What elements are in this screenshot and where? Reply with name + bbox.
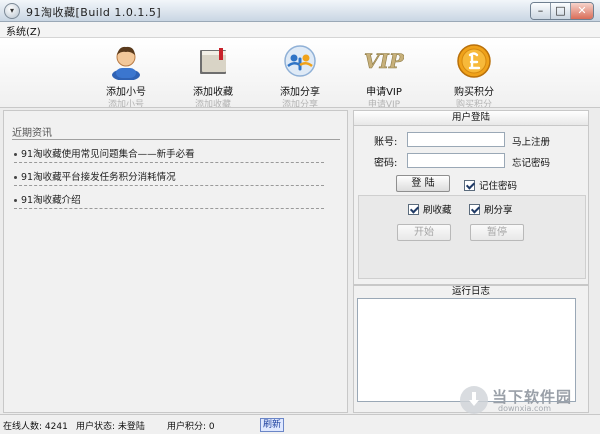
watermark-url: downxia.com — [498, 404, 552, 413]
status-bar: 在线人数: 4241 用户状态: 未登陆 用户积分: 0 刷新 — [0, 414, 600, 434]
checkbox-checked-icon — [464, 179, 475, 191]
refresh-collect-label: 刷收藏 — [423, 205, 452, 216]
refresh-share-checkbox[interactable]: 刷分享 — [469, 202, 513, 216]
toolbar-label: 添加分享 — [280, 87, 320, 98]
remember-password-checkbox[interactable]: 记住密码 — [464, 178, 517, 192]
share-icon — [280, 42, 320, 80]
task-options-box: 刷收藏 刷分享 开始 暂停 — [358, 195, 586, 279]
download-arrow-icon — [469, 392, 479, 406]
apply-vip-button[interactable]: VIP 申请VIP 申请VIP — [349, 42, 419, 107]
start-button[interactable]: 开始 — [397, 224, 451, 241]
register-link[interactable]: 马上注册 — [512, 134, 550, 148]
toolbar: 添加小号 添加小号 添加收藏 添加收藏 添加分享 添加分享 VIP 申请VIP … — [0, 38, 600, 108]
title-bar: ▾ 91淘收藏[Build 1.0.1.5] – □ ✕ — [0, 0, 600, 22]
window-title: 91淘收藏[Build 1.0.1.5] — [26, 6, 162, 19]
toolbar-label: 购买积分 — [454, 87, 494, 98]
news-heading: 近期资讯 — [12, 128, 52, 139]
toolbar-ghost-label: 添加小号 — [107, 100, 144, 107]
toolbar-ghost-label: 添加分享 — [281, 100, 318, 107]
user-icon — [106, 42, 146, 81]
menu-bar: 系统(Z) — [0, 22, 600, 38]
toolbar-label: 申请VIP — [366, 87, 402, 98]
toolbar-ghost-label: 添加收藏 — [194, 100, 231, 107]
login-panel: 用户登陆 账号: 马上注册 密码: 忘记密码 登 陆 记住密码 刷收藏 刷分享 … — [353, 110, 589, 285]
maximize-button[interactable]: □ — [551, 3, 571, 19]
news-panel: 近期资讯 91淘收藏使用常见问题集合——新手必看 91淘收藏平台接发任务积分消耗… — [3, 110, 348, 413]
user-state: 用户状态: 未登陆 — [76, 422, 145, 432]
login-title: 用户登陆 — [354, 111, 588, 126]
toolbar-label: 添加小号 — [106, 87, 146, 98]
add-account-button[interactable]: 添加小号 添加小号 — [91, 42, 161, 107]
close-button[interactable]: ✕ — [571, 3, 593, 19]
checkbox-checked-icon — [469, 203, 480, 215]
account-label: 账号: — [374, 137, 398, 148]
news-item-text: 91淘收藏介绍 — [21, 195, 81, 206]
news-item[interactable]: 91淘收藏介绍 — [14, 189, 324, 209]
bullet-icon — [14, 199, 17, 202]
forgot-password-link[interactable]: 忘记密码 — [512, 155, 550, 169]
pause-button[interactable]: 暂停 — [470, 224, 524, 241]
vip-icon: VIP — [364, 42, 405, 80]
toolbar-ghost-label: 申请VIP — [367, 100, 401, 107]
toolbar-ghost-label: 购买积分 — [455, 100, 492, 107]
news-item-text: 91淘收藏使用常见问题集合——新手必看 — [21, 149, 195, 160]
news-item[interactable]: 91淘收藏平台接发任务积分消耗情况 — [14, 166, 324, 186]
refresh-share-label: 刷分享 — [484, 205, 513, 216]
news-item-text: 91淘收藏平台接发任务积分消耗情况 — [21, 172, 176, 183]
refresh-collect-checkbox[interactable]: 刷收藏 — [408, 202, 452, 216]
toolbar-label: 添加收藏 — [193, 87, 233, 98]
online-count: 在线人数: 4241 — [3, 422, 68, 432]
bullet-icon — [14, 153, 17, 156]
password-label: 密码: — [374, 158, 398, 169]
bullet-icon — [14, 176, 17, 179]
refresh-button[interactable]: 刷新 — [260, 418, 285, 432]
window-menu-button[interactable]: ▾ — [4, 3, 20, 19]
login-button[interactable]: 登 陆 — [396, 175, 450, 192]
window-controls: – □ ✕ — [530, 2, 594, 20]
minimize-button[interactable]: – — [531, 3, 551, 19]
vip-text: VIP — [364, 49, 404, 73]
checkbox-checked-icon — [408, 203, 419, 215]
add-collection-button[interactable]: 添加收藏 添加收藏 — [178, 42, 248, 107]
coin-icon — [454, 42, 494, 80]
remember-password-label: 记住密码 — [479, 181, 518, 192]
news-item[interactable]: 91淘收藏使用常见问题集合——新手必看 — [14, 143, 324, 163]
book-icon — [193, 42, 233, 80]
user-points: 用户积分: 0 — [167, 422, 215, 432]
news-divider — [12, 139, 340, 140]
password-input[interactable] — [407, 153, 505, 168]
buy-points-button[interactable]: 购买积分 购买积分 — [439, 42, 509, 107]
add-share-button[interactable]: 添加分享 添加分享 — [265, 42, 335, 107]
watermark: 当下软件园 downxia.com — [460, 384, 600, 414]
menu-system[interactable]: 系统(Z) — [6, 23, 41, 38]
account-input[interactable] — [407, 132, 505, 147]
